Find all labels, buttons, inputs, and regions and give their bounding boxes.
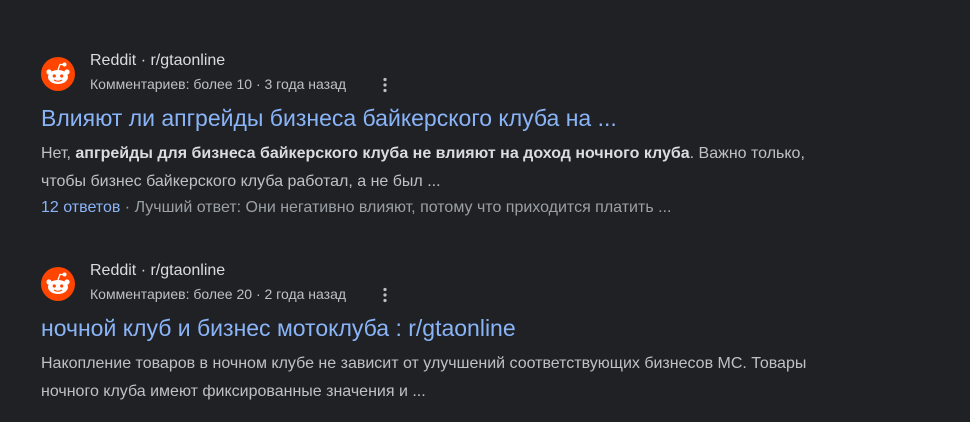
- answers-row: 12 ответов · Лучший ответ: Они негативно…: [41, 197, 671, 219]
- search-results: Reddit · r/gtaonline Комментариев: более…: [0, 0, 970, 422]
- result-source[interactable]: Reddit · r/gtaonline Комментариев: более…: [0, 48, 900, 98]
- site-name[interactable]: Reddit · r/gtaonline: [90, 51, 225, 71]
- reddit-icon: [41, 57, 75, 91]
- result-title-link[interactable]: Влияют ли апгрейды бизнеса байкерского к…: [41, 103, 617, 133]
- result-source[interactable]: Reddit · r/gtaonline Комментариев: более…: [0, 258, 900, 308]
- snippet-highlight: апгрейды для бизнеса байкерского клуба н…: [75, 145, 690, 162]
- search-result: Reddit · r/gtaonline Комментариев: более…: [0, 48, 900, 216]
- best-answer-text: · Лучший ответ: Они негативно влияют, по…: [120, 199, 672, 216]
- answers-link[interactable]: 12 ответов: [41, 199, 120, 216]
- more-options-icon[interactable]: [377, 76, 393, 94]
- more-options-icon[interactable]: [377, 286, 393, 304]
- reddit-icon: [41, 267, 75, 301]
- result-meta: Комментариев: более 20 · 2 года назад: [90, 286, 347, 302]
- site-name[interactable]: Reddit · r/gtaonline: [90, 261, 225, 281]
- snippet-text: Нет,: [41, 145, 76, 162]
- result-meta: Комментариев: более 10 · 3 года назад: [90, 76, 347, 92]
- search-result: Reddit · r/gtaonline Комментариев: более…: [0, 258, 900, 400]
- result-title-link[interactable]: ночной клуб и бизнес мотоклуба : r/gtaon…: [41, 313, 516, 343]
- result-snippet: Нет, апгрейды для бизнеса байкерского кл…: [41, 140, 841, 196]
- result-snippet: Накопление товаров в ночном клубе не зав…: [41, 350, 841, 406]
- snippet-text: Накопление товаров в ночном клубе не зав…: [41, 355, 807, 400]
